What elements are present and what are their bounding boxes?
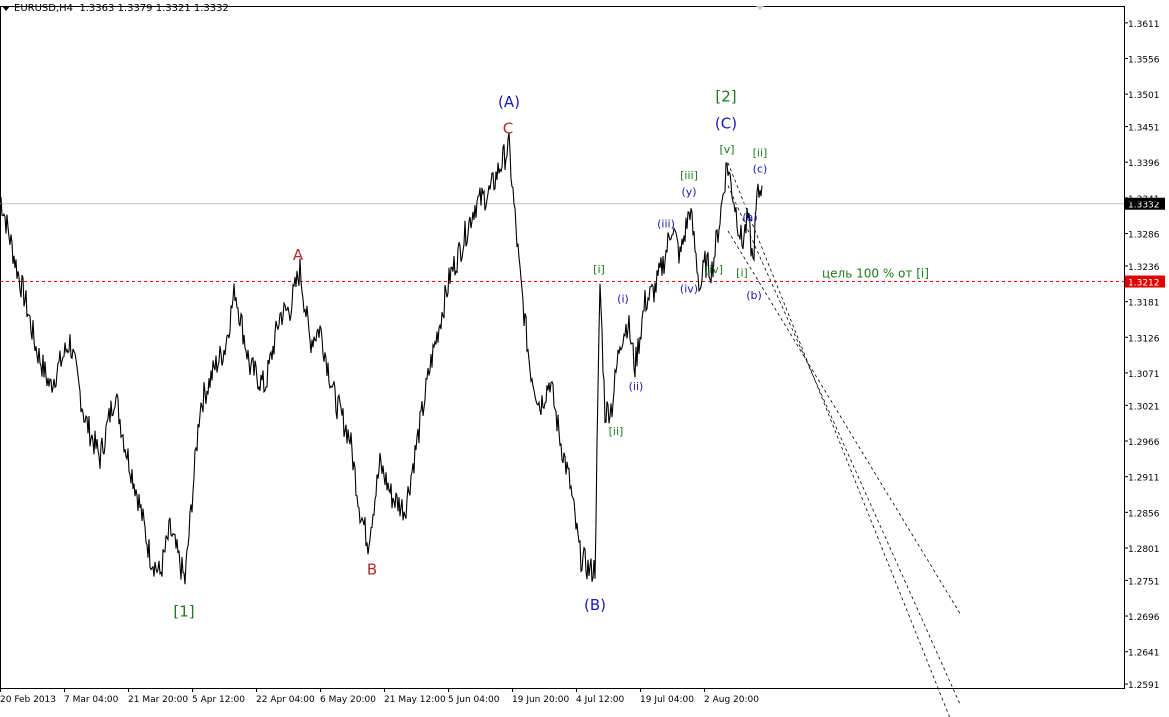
- wave-label: (ii): [629, 380, 644, 393]
- y-tick-label: 1.3396: [1128, 159, 1160, 169]
- wave-label: A: [293, 246, 304, 264]
- wave-label: [ii]: [609, 425, 624, 438]
- level-lines: 1.33321.3212: [0, 197, 1165, 289]
- wave-label: [i]: [736, 266, 748, 279]
- y-tick-label: 1.2801: [1128, 545, 1160, 555]
- channel-lines: [727, 162, 961, 717]
- y-tick-label: 1.3021: [1128, 402, 1160, 412]
- price-line: [0, 132, 763, 585]
- x-tick-label: 21 Mar 20:00: [128, 695, 188, 705]
- wave-label: (c): [753, 163, 768, 176]
- wave-label: (y): [681, 185, 696, 198]
- x-tick-label: 4 Jul 12:00: [576, 695, 625, 705]
- wave-label: [1]: [173, 603, 194, 621]
- y-tick-label: 1.2856: [1128, 509, 1160, 519]
- channel-line: [727, 185, 961, 705]
- x-tick-label: 2 Aug 20:00: [704, 695, 759, 705]
- price-chart[interactable]: 1.33321.3212 [1] A B (A) C (B) [i] [ii] (i) (ii) (…: [0, 0, 1169, 717]
- y-tick-label: 1.2641: [1128, 649, 1160, 659]
- wave-label: [ii]: [753, 146, 768, 159]
- wave-label: C: [503, 120, 513, 138]
- price-tag-label: 1.3212: [1128, 279, 1160, 289]
- y-tick-label: 1.3501: [1128, 91, 1160, 101]
- wave-label: B: [367, 561, 377, 579]
- x-tick-label: 19 Jul 04:00: [640, 695, 694, 705]
- wave-label: [iii]: [680, 169, 698, 182]
- y-tick-label: 1.3556: [1128, 56, 1160, 66]
- wave-label: (i): [617, 292, 629, 305]
- wave-label: [iv]: [705, 263, 723, 276]
- y-tick-label: 1.2696: [1128, 613, 1160, 623]
- x-tick-label: 7 Mar 04:00: [64, 695, 119, 705]
- y-tick-label: 1.2591: [1128, 681, 1160, 691]
- shift-marker-icon: [756, 6, 764, 10]
- target-level-label: цель 100 % от [i]: [822, 267, 929, 281]
- y-tick-label: 1.3236: [1128, 263, 1160, 273]
- y-tick-label: 1.3611: [1128, 20, 1160, 30]
- price-axis[interactable]: 1.3611 1.3556 1.3501 1.3451 1.3396 1.3341 1.32…: [1124, 20, 1160, 691]
- y-tick-label: 1.2751: [1128, 577, 1160, 587]
- x-tick-label: 22 Apr 04:00: [256, 695, 315, 705]
- y-tick-label: 1.3286: [1128, 231, 1160, 241]
- wave-label: (iii): [657, 218, 675, 231]
- y-tick-label: 1.2966: [1128, 438, 1160, 448]
- channel-line: [727, 162, 950, 717]
- wave-label: (B): [584, 596, 606, 614]
- wave-label: (b): [746, 289, 762, 302]
- y-tick-label: 1.3126: [1128, 334, 1160, 344]
- y-tick-label: 1.3451: [1128, 124, 1160, 134]
- wave-label: (C): [715, 115, 737, 133]
- symbol-label: EURUSD,H4: [14, 3, 74, 14]
- wave-label: [v]: [719, 143, 734, 156]
- wave-label: (A): [498, 93, 520, 111]
- y-tick-label: 1.3071: [1128, 370, 1160, 380]
- ohlc-values: 1.3363 1.3379 1.3321 1.3332: [79, 3, 229, 14]
- plot-border: [0, 6, 1125, 689]
- x-tick-label: 19 Jun 20:00: [512, 695, 569, 705]
- chart-frame: [0, 6, 1125, 689]
- time-axis[interactable]: 20 Feb 2013 7 Mar 04:00 21 Mar 20:00 5 Apr …: [0, 688, 759, 705]
- wave-annotations: [1] A B (A) C (B) [i] [ii] (i) (ii) (iii) [iii] (y) (…: [173, 87, 767, 620]
- wave-label: [i]: [593, 263, 605, 276]
- x-tick-label: 5 Apr 12:00: [192, 695, 245, 705]
- x-tick-label: 21 May 12:00: [384, 695, 446, 705]
- y-tick-label: 1.3341: [1128, 195, 1160, 205]
- price-series: [0, 132, 763, 585]
- chart-header: EURUSD,H4 1.3363 1.3379 1.3321 1.3332: [2, 3, 229, 14]
- x-tick-label: 5 Jun 04:00: [448, 695, 500, 705]
- y-tick-label: 1.3181: [1128, 299, 1160, 309]
- wave-label: (a): [742, 211, 757, 224]
- menu-triangle-icon[interactable]: [2, 5, 10, 11]
- wave-label: [2]: [715, 87, 736, 105]
- x-tick-label: 6 May 20:00: [320, 695, 376, 705]
- channel-line: [727, 230, 961, 614]
- y-tick-label: 1.2911: [1128, 474, 1160, 484]
- wave-label: (iv): [680, 283, 698, 296]
- x-tick-label: 20 Feb 2013: [0, 695, 56, 705]
